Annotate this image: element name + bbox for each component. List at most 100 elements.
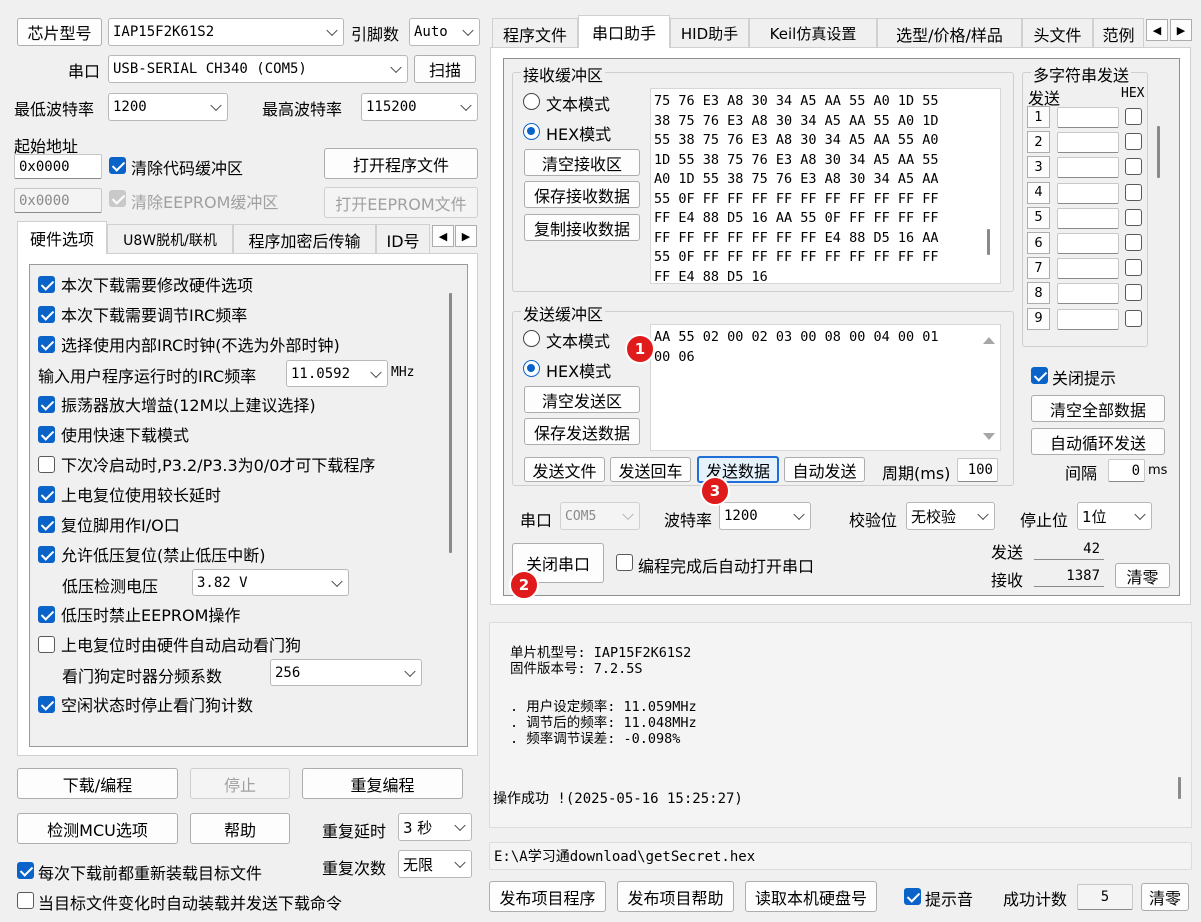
detect-mcu-button[interactable]: 检测MCU选项: [17, 813, 178, 844]
multi-send-row-input[interactable]: [1057, 132, 1119, 154]
auto-load-checkbox[interactable]: [17, 892, 34, 909]
option-row[interactable]: 本次下载需要修改硬件选项: [38, 269, 253, 299]
option-row[interactable]: 振荡器放大增益(12M以上建议选择): [38, 389, 316, 419]
tab-keil[interactable]: Keil仿真设置: [749, 18, 877, 48]
multi-send-hex-checkbox[interactable]: [1125, 234, 1142, 251]
download-button[interactable]: 下载/编程: [17, 768, 178, 799]
multi-send-row-input[interactable]: [1057, 233, 1119, 254]
recv-hex-mode-radio[interactable]: [523, 123, 540, 140]
tab-header[interactable]: 头文件: [1022, 18, 1093, 48]
option-row[interactable]: 上电复位使用较长延时: [38, 479, 221, 509]
option-row[interactable]: 上电复位时由硬件自动启动看门狗: [38, 629, 301, 659]
tab-scroll-right-icon[interactable]: ▶: [1170, 19, 1192, 41]
option-row[interactable]: 允许低压复位(禁止低压中断): [38, 539, 266, 569]
open-program-button[interactable]: 打开程序文件: [324, 148, 478, 179]
clear-count-button[interactable]: 清零: [1115, 563, 1170, 588]
tab-scroll-left-icon[interactable]: ◀: [432, 225, 454, 247]
multi-send-row-input[interactable]: [1057, 182, 1119, 204]
option-row[interactable]: 低压时禁止EEPROM操作: [38, 599, 240, 629]
options-scrollbar[interactable]: [449, 293, 452, 553]
clear-send-button[interactable]: 清空发送区: [524, 386, 640, 413]
option-checkbox[interactable]: [38, 545, 55, 563]
option-checkbox[interactable]: [38, 335, 55, 353]
recv-text-mode-radio[interactable]: [523, 93, 540, 110]
repeat-delay-select[interactable]: 3 秒: [398, 813, 472, 841]
tab-program-file[interactable]: 程序文件: [492, 18, 578, 48]
save-send-button[interactable]: 保存发送数据: [524, 418, 640, 445]
send-hex-mode-radio[interactable]: [523, 360, 540, 377]
multi-send-row-input[interactable]: [1057, 107, 1119, 128]
option-checkbox[interactable]: [38, 635, 55, 653]
option-row[interactable]: 选择使用内部IRC时钟(不选为外部时钟): [38, 329, 340, 359]
send-text-mode-radio[interactable]: [523, 330, 540, 347]
repeat-count-select[interactable]: 无限: [398, 850, 472, 878]
multi-send-row-button[interactable]: 5: [1027, 206, 1050, 229]
option-row[interactable]: 使用快速下载模式: [38, 419, 189, 449]
multi-send-hex-checkbox[interactable]: [1125, 133, 1142, 151]
period-input[interactable]: 100: [957, 458, 998, 482]
multi-send-row-input[interactable]: [1057, 207, 1119, 229]
option-row[interactable]: 本次下载需要调节IRC频率: [38, 299, 247, 329]
multi-send-scrollbar[interactable]: [1157, 126, 1160, 178]
option-checkbox[interactable]: [38, 425, 55, 443]
receive-buffer[interactable]: 75 76 E3 A8 30 34 A5 AA 55 A0 1D 55 38 75…: [650, 88, 1001, 285]
watchdog-select[interactable]: 256: [270, 659, 422, 686]
tab-encrypt[interactable]: 程序加密后传输: [233, 224, 376, 254]
multi-send-row-button[interactable]: 1: [1027, 106, 1050, 128]
multi-send-row-button[interactable]: 2: [1027, 131, 1050, 154]
read-disk-button[interactable]: 读取本机硬盘号: [745, 881, 877, 912]
option-checkbox[interactable]: [38, 305, 55, 323]
option-checkbox[interactable]: [38, 515, 55, 533]
scroll-down-icon[interactable]: [983, 433, 995, 440]
multi-send-row-button[interactable]: 9: [1027, 307, 1050, 330]
pins-select[interactable]: Auto: [409, 18, 480, 46]
min-baud-select[interactable]: 1200: [108, 93, 228, 121]
multi-send-hex-checkbox[interactable]: [1125, 259, 1142, 277]
tab-hardware-options[interactable]: 硬件选项: [17, 221, 107, 254]
option-checkbox[interactable]: [38, 605, 55, 623]
publish-project-button[interactable]: 发布项目程序: [489, 881, 606, 912]
multi-send-hex-checkbox[interactable]: [1125, 208, 1142, 226]
option-checkbox[interactable]: [38, 695, 55, 713]
option-checkbox[interactable]: [38, 275, 55, 293]
multi-send-row-input[interactable]: [1057, 308, 1119, 330]
auto-send-button[interactable]: 自动发送: [784, 457, 865, 482]
irc-select[interactable]: 11.0592: [286, 360, 388, 387]
multi-send-hex-checkbox[interactable]: [1125, 108, 1142, 125]
chip-model-button[interactable]: 芯片型号: [17, 18, 102, 46]
publish-help-button[interactable]: 发布项目帮助: [617, 881, 734, 912]
send-buffer[interactable]: AA 55 02 00 02 03 00 08 00 04 00 01 00 06: [650, 324, 1001, 451]
send-file-button[interactable]: 发送文件: [524, 457, 605, 482]
parity-select[interactable]: 无校验: [906, 502, 995, 530]
multi-send-hex-checkbox[interactable]: [1125, 284, 1142, 302]
close-tip-checkbox[interactable]: [1031, 367, 1048, 384]
clear-receive-button[interactable]: 清空接收区: [524, 149, 640, 176]
multi-send-row-button[interactable]: 3: [1027, 156, 1050, 179]
code-address-input[interactable]: 0x0000: [14, 154, 102, 179]
option-row[interactable]: 复位脚用作I/O口: [38, 509, 180, 539]
tab-examples[interactable]: 范例: [1093, 18, 1144, 48]
log-scrollbar[interactable]: [1178, 777, 1181, 799]
option-row[interactable]: 空闲状态时停止看门狗计数: [38, 689, 253, 719]
repeat-program-button[interactable]: 重复编程: [302, 768, 463, 799]
auto-open-checkbox[interactable]: [616, 554, 633, 571]
stop-bits-select[interactable]: 1位: [1077, 502, 1152, 530]
low-voltage-select[interactable]: 3.82 V: [192, 569, 349, 596]
max-baud-select[interactable]: 115200: [361, 93, 478, 121]
option-checkbox[interactable]: [38, 455, 55, 473]
multi-send-hex-checkbox[interactable]: [1125, 158, 1142, 176]
multi-send-row-button[interactable]: 7: [1027, 257, 1050, 280]
interval-input[interactable]: 0: [1108, 459, 1145, 482]
chip-model-select[interactable]: IAP15F2K61S2: [108, 18, 344, 46]
scan-button[interactable]: 扫描: [414, 55, 476, 83]
receive-scrollbar[interactable]: [987, 229, 990, 255]
clear-success-button[interactable]: 清零: [1141, 883, 1189, 911]
baud-select[interactable]: 1200: [719, 502, 811, 530]
tab-serial-assistant[interactable]: 串口助手: [578, 15, 670, 48]
clear-all-button[interactable]: 清空全部数据: [1031, 395, 1165, 422]
scroll-up-icon[interactable]: [983, 337, 995, 344]
multi-send-row-button[interactable]: 4: [1027, 181, 1050, 204]
auto-loop-button[interactable]: 自动循环发送: [1031, 428, 1165, 455]
option-checkbox[interactable]: [38, 395, 55, 413]
sound-checkbox[interactable]: [904, 888, 921, 905]
